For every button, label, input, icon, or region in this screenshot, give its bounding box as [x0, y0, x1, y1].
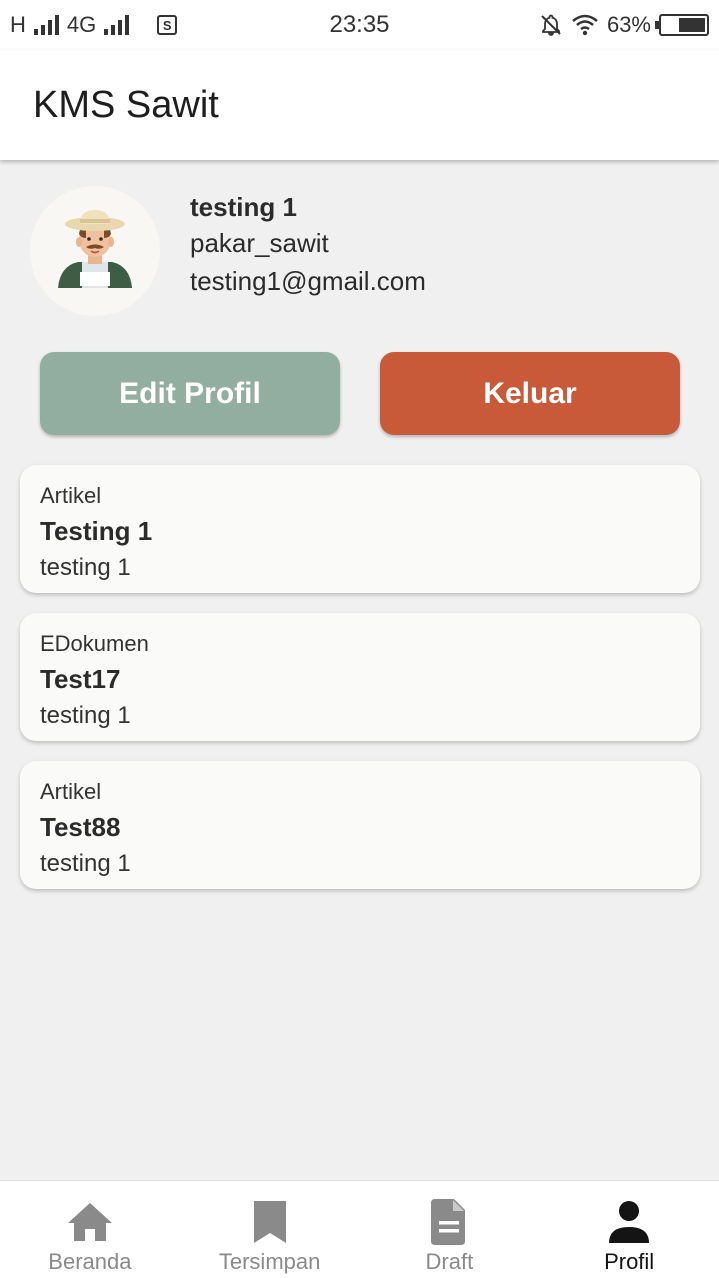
- wifi-icon: [572, 14, 598, 36]
- nav-label: Draft: [425, 1249, 474, 1274]
- nav-item-beranda[interactable]: Beranda: [0, 1181, 180, 1278]
- network-type-h: H: [10, 12, 26, 37]
- nav-label: Profil: [604, 1249, 655, 1274]
- farmer-avatar-icon: [30, 186, 160, 316]
- status-right: 63%: [539, 12, 709, 38]
- nav-label: Tersimpan: [218, 1249, 321, 1274]
- profile-name: testing 1: [190, 192, 297, 222]
- card-title: Testing 1: [40, 516, 153, 546]
- app-bar: KMS Sawit: [0, 50, 719, 160]
- card-title: Test17: [40, 664, 121, 694]
- sim-icon: S: [157, 15, 178, 35]
- edit-profile-button[interactable]: Edit Profil: [40, 352, 340, 435]
- status-bar: H 4G S 23:35 63%: [0, 0, 719, 50]
- nav-label: Beranda: [48, 1249, 132, 1274]
- card-author: testing 1: [40, 554, 131, 581]
- profile-info: testing 1 pakar_sawit testing1@gmail.com: [190, 190, 426, 300]
- battery-percent: 63%: [606, 12, 651, 37]
- profile-role: pakar_sawit: [190, 228, 329, 258]
- signal-icon-2: [104, 15, 130, 35]
- status-left: H 4G S: [10, 12, 178, 38]
- nav-item-draft[interactable]: Draft: [360, 1181, 540, 1278]
- card-type: Artikel: [40, 483, 102, 508]
- bookmark-icon: [253, 1201, 286, 1243]
- network-type-4g: 4G: [66, 12, 97, 37]
- home-icon: [67, 1203, 112, 1241]
- card-author: testing 1: [40, 702, 131, 729]
- mute-bell-icon: [541, 14, 561, 36]
- content-card[interactable]: Artikel Test88 testing 1: [20, 761, 700, 889]
- nav-item-profil[interactable]: Profil: [539, 1181, 719, 1278]
- card-type: EDokumen: [40, 631, 149, 656]
- logout-button[interactable]: Keluar: [380, 352, 680, 435]
- card-title: Test88: [40, 812, 121, 842]
- content-card[interactable]: EDokumen Test17 testing 1: [20, 613, 700, 741]
- profile-email: testing1@gmail.com: [190, 266, 426, 296]
- nav-item-tersimpan[interactable]: Tersimpan: [180, 1181, 360, 1278]
- person-icon: [609, 1201, 650, 1243]
- card-author: testing 1: [40, 850, 131, 877]
- card-type: Artikel: [40, 779, 102, 804]
- app-title: KMS Sawit: [33, 83, 219, 126]
- battery-icon: [655, 14, 709, 36]
- signal-icon: [33, 15, 59, 35]
- bottom-nav: Beranda Tersimpan Draft Profil: [0, 1180, 719, 1278]
- document-icon: [431, 1199, 466, 1245]
- content-card[interactable]: Artikel Testing 1 testing 1: [20, 465, 700, 593]
